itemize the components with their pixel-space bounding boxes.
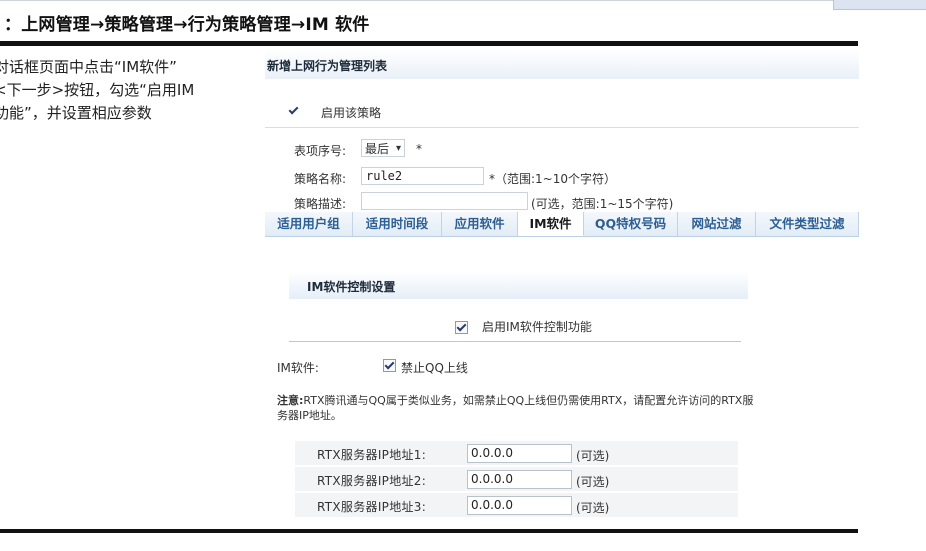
section-divider bbox=[289, 341, 741, 342]
rtx-server-row: RTX服务器IP地址2: 0.0.0.0 (可选) bbox=[295, 467, 738, 491]
enable-policy-row: 启用该策略 bbox=[265, 97, 859, 128]
notice-text: 注意:RTX腾讯通与QQ属于类似业务，如需禁止QQ上线但仍需使用RTX，请配置允… bbox=[277, 393, 757, 423]
rtx-server-ip-input[interactable]: 0.0.0.0 bbox=[467, 496, 572, 515]
im-enable-checkbox[interactable] bbox=[455, 321, 468, 334]
rtx-server-row: RTX服务器IP地址3: 0.0.0.0 (可选) bbox=[295, 493, 738, 517]
desc-row: 策略描述: (可选，范围:1~15个字符) bbox=[265, 192, 859, 212]
page-heading: ：上网管理→策略管理→行为策略管理→IM 软件 bbox=[4, 15, 370, 35]
name-label: 策略名称: bbox=[294, 172, 347, 186]
index-select-value: 最后 bbox=[365, 142, 390, 156]
index-label: 表项序号: bbox=[294, 144, 347, 158]
name-row: 策略名称: rule2 *（范围:1~10个字符） bbox=[265, 167, 859, 187]
rtx-server-label: RTX服务器IP地址2: bbox=[317, 474, 427, 488]
tab-im-software[interactable]: IM软件 bbox=[518, 212, 584, 236]
im-section-header: IM软件控制设置 bbox=[289, 271, 748, 299]
im-software-label: IM软件: bbox=[277, 361, 319, 375]
required-mark: * bbox=[416, 142, 422, 156]
top-divider bbox=[0, 41, 858, 46]
notice-prefix: 注意: bbox=[277, 394, 304, 407]
tab-website-filter[interactable]: 网站过滤 bbox=[678, 212, 756, 236]
tab-app-software[interactable]: 应用软件 bbox=[442, 212, 518, 236]
bottom-divider bbox=[0, 529, 858, 533]
tab-time-range[interactable]: 适用时间段 bbox=[353, 212, 442, 236]
im-enable-label: 启用IM软件控制功能 bbox=[482, 320, 592, 334]
instruction-line: 功能”，并设置相应参数 bbox=[0, 104, 152, 122]
notice-body: RTX腾讯通与QQ属于类似业务，如需禁止QQ上线但仍需使用RTX，请配置允许访问… bbox=[277, 394, 754, 422]
index-row: 表项序号: 最后 ▾ * bbox=[265, 139, 859, 159]
rtx-server-ip-input[interactable]: 0.0.0.0 bbox=[467, 444, 572, 463]
name-hint: *（范围:1~10个字符） bbox=[489, 172, 617, 186]
panel-title-bar: 新增上网行为管理列表 bbox=[265, 49, 859, 79]
policy-panel: 新增上网行为管理列表 启用该策略 表项序号: 最后 ▾ * 策略名称: rule… bbox=[265, 49, 859, 527]
im-section-title: IM软件控制设置 bbox=[307, 280, 396, 294]
rtx-server-label: RTX服务器IP地址3: bbox=[317, 500, 427, 514]
instruction-line: 对话框页面中点击“IM软件” bbox=[0, 58, 177, 76]
chevron-down-icon: ▾ bbox=[395, 143, 401, 154]
top-rule bbox=[0, 0, 926, 1]
optional-hint: (可选) bbox=[576, 475, 610, 489]
desc-hint: (可选，范围:1~15个字符) bbox=[531, 197, 674, 211]
instruction-line: <下一步>按钮，勾选“启用IM bbox=[0, 81, 195, 99]
tab-file-type-filter[interactable]: 文件类型过滤 bbox=[756, 212, 859, 236]
block-qq-checkbox[interactable] bbox=[383, 359, 396, 372]
im-enable-row: 启用IM软件控制功能 bbox=[455, 318, 592, 335]
rtx-server-ip-input[interactable]: 0.0.0.0 bbox=[467, 470, 572, 489]
im-software-row: IM软件: 禁止QQ上线 bbox=[277, 356, 577, 376]
policy-desc-input[interactable] bbox=[361, 192, 528, 210]
optional-hint: (可选) bbox=[576, 449, 610, 463]
desc-label: 策略描述: bbox=[294, 197, 347, 211]
enable-policy-label: 启用该策略 bbox=[321, 106, 382, 120]
enable-policy-checkbox[interactable] bbox=[288, 105, 299, 116]
block-qq-label: 禁止QQ上线 bbox=[401, 361, 468, 375]
corner-tab bbox=[833, 0, 926, 10]
rtx-server-label: RTX服务器IP地址1: bbox=[317, 448, 427, 462]
policy-name-input[interactable]: rule2 bbox=[361, 167, 484, 185]
tab-bar: 适用用户组 适用时间段 应用软件 IM软件 QQ特权号码 网站过滤 文件类型过滤 bbox=[265, 212, 859, 237]
optional-hint: (可选) bbox=[576, 501, 610, 515]
tab-user-group[interactable]: 适用用户组 bbox=[265, 212, 353, 236]
rtx-server-row: RTX服务器IP地址1: 0.0.0.0 (可选) bbox=[295, 441, 738, 465]
instruction-text: 对话框页面中点击“IM软件” <下一步>按钮，勾选“启用IM 功能”，并设置相应… bbox=[0, 56, 244, 125]
panel-title: 新增上网行为管理列表 bbox=[267, 59, 388, 73]
tab-qq-privilege[interactable]: QQ特权号码 bbox=[584, 212, 678, 236]
index-select[interactable]: 最后 ▾ bbox=[361, 139, 405, 157]
